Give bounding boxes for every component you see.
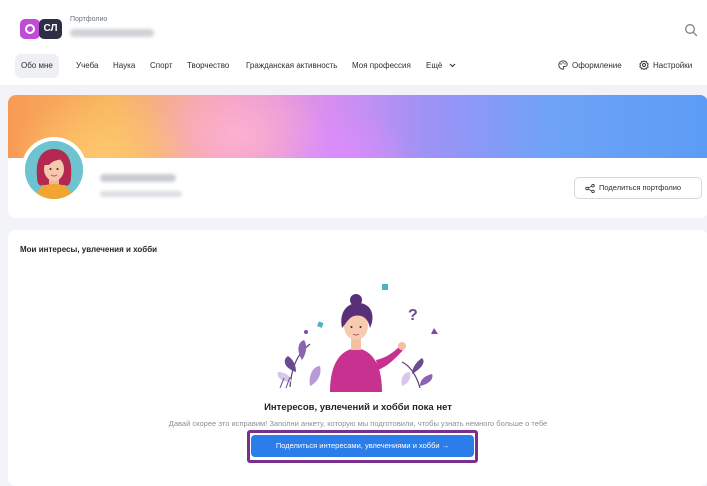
- empty-state-illustration: ?: [277, 284, 438, 392]
- profile-banner: [8, 95, 707, 158]
- main-nav: Обо мне Учеба Наука Спорт Творчество Гра…: [0, 54, 707, 80]
- top-header: СЛ Портфолио: [0, 0, 707, 46]
- interests-card: Мои интересы, увлечения и хобби ? Интере…: [8, 230, 707, 486]
- nav-tab-sport[interactable]: Спорт: [150, 54, 173, 78]
- profile-name-blurred: [100, 174, 176, 182]
- search-icon[interactable]: [684, 23, 698, 37]
- empty-state-title: Интересов, увлечений и хобби пока нет: [264, 402, 452, 413]
- user-name-blurred: [70, 29, 154, 37]
- user-initials-badge[interactable]: СЛ: [39, 19, 62, 39]
- app-label: Портфолио: [70, 16, 108, 23]
- empty-state-text: Давай скорее это исправим! Заполни анкет…: [168, 419, 548, 428]
- svg-text:?: ?: [408, 307, 418, 324]
- share-icon: [585, 184, 595, 193]
- profile-card: Поделиться портфолио: [8, 95, 707, 218]
- nav-more-label: Ещё: [426, 61, 443, 70]
- palette-icon: [558, 60, 568, 70]
- design-label: Оформление: [572, 61, 622, 70]
- settings-button[interactable]: Настройки: [639, 54, 692, 78]
- nav-tab-civic[interactable]: Гражданская активность: [246, 54, 337, 78]
- interests-section-title: Мои интересы, увлечения и хобби: [20, 245, 158, 254]
- share-portfolio-label: Поделиться портфолио: [599, 183, 682, 192]
- nav-tab-profession[interactable]: Моя профессия: [352, 54, 411, 78]
- nav-tab-about[interactable]: Обо мне: [15, 54, 59, 78]
- gear-icon: [639, 60, 649, 70]
- design-button[interactable]: Оформление: [558, 54, 622, 78]
- nav-tab-creativity[interactable]: Творчество: [187, 54, 229, 78]
- profile-details-blurred: [100, 191, 182, 197]
- share-portfolio-button[interactable]: Поделиться портфолио: [574, 177, 702, 199]
- portfolio-logo-icon[interactable]: [20, 19, 40, 39]
- nav-tab-study[interactable]: Учеба: [76, 54, 98, 78]
- nav-tab-more[interactable]: Ещё: [426, 54, 456, 78]
- nav-tab-science[interactable]: Наука: [113, 54, 135, 78]
- avatar[interactable]: [21, 137, 87, 203]
- settings-label: Настройки: [653, 61, 693, 70]
- avatar-illustration: [25, 141, 83, 199]
- share-interests-button[interactable]: Поделиться интересами, увлечениями и хоб…: [251, 435, 474, 457]
- chevron-down-icon: [449, 63, 455, 68]
